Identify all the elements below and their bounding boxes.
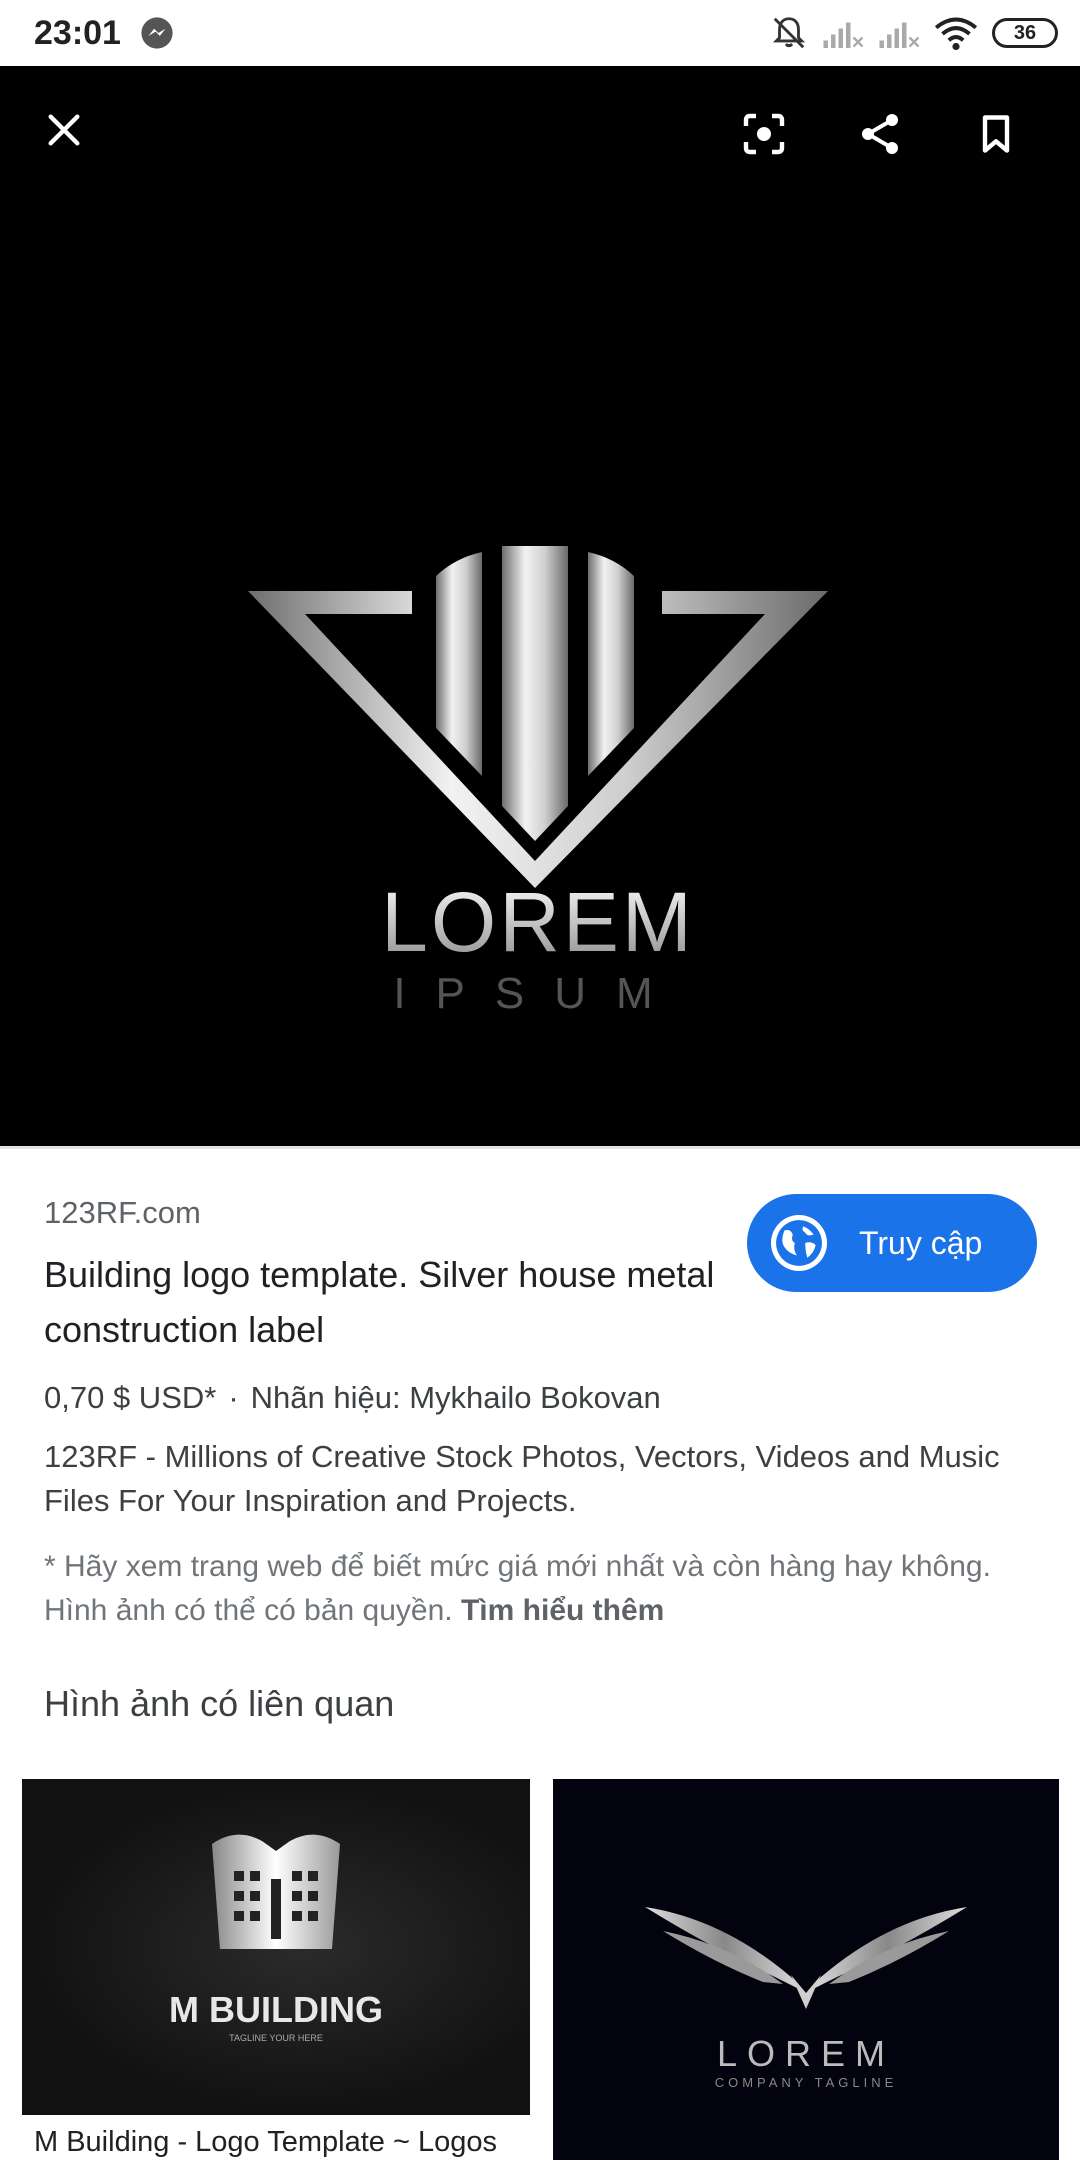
close-button[interactable] — [32, 98, 96, 162]
wings-logo: LOREM COMPANY TAGLINE — [645, 1907, 967, 2090]
signal-icon — [879, 22, 920, 48]
share-button[interactable] — [848, 102, 912, 166]
brand: Nhãn hiệu: Mykhailo Bokovan — [250, 1380, 661, 1415]
bell-muted-icon — [772, 17, 806, 49]
thumb2-tagline: COMPANY TAGLINE — [715, 2075, 898, 2090]
image-viewer: LOREM IPSUM — [0, 66, 1080, 1146]
thumb2-logo-text: LOREM — [717, 2033, 895, 2074]
battery-level: 36 — [1013, 21, 1037, 44]
thumb1-tagline: TAGLINE YOUR HERE — [229, 2033, 323, 2043]
related-caption[interactable]: M Building - Logo Template ~ Logos — [34, 2126, 524, 2159]
main-image-subtitle: IPSUM — [393, 969, 682, 1016]
result-description: 123RF - Millions of Creative Stock Photo… — [44, 1439, 1000, 1518]
globe-icon — [771, 1215, 827, 1271]
result-title[interactable]: Building logo template. Silver house met… — [44, 1247, 724, 1357]
close-icon — [48, 114, 80, 146]
signal-icon — [823, 22, 864, 48]
related-heading: Hình ảnh có liên quan — [44, 1683, 395, 1724]
messenger-icon — [141, 17, 173, 49]
main-image-title: LOREM — [381, 875, 695, 969]
bookmark-icon — [982, 115, 1010, 153]
source-domain[interactable]: 123RF.com — [44, 1195, 201, 1231]
lens-icon — [743, 113, 785, 155]
learn-more-link[interactable]: Tìm hiểu thêm — [461, 1594, 664, 1627]
status-time: 23:01 — [34, 14, 121, 52]
share-icon — [862, 114, 898, 154]
related-thumbnail[interactable]: LOREM COMPANY TAGLINE — [553, 1779, 1059, 2160]
price: 0,70 $ USD* — [44, 1380, 217, 1415]
main-image[interactable]: LOREM IPSUM — [230, 476, 850, 1016]
visit-label: Truy cập — [859, 1224, 983, 1261]
wifi-icon — [934, 17, 978, 51]
lens-button[interactable] — [732, 102, 796, 166]
meta-separator: · — [228, 1380, 239, 1415]
thumb1-logo-text: M BUILDING — [169, 1989, 383, 2030]
m-building-logo: M BUILDING TAGLINE YOUR HERE — [169, 1834, 383, 2043]
disclaimer: * Hãy xem trang web để biết mức giá mới … — [44, 1545, 1044, 1633]
status-bar: 23:01 36 — [0, 0, 1080, 66]
meta-row: 0,70 $ USD* · Nhãn hiệu: Mykhailo Bokovan — [44, 1380, 661, 1416]
bookmark-button[interactable] — [964, 102, 1028, 166]
visit-button[interactable]: Truy cập — [747, 1194, 1037, 1292]
related-thumbnail[interactable]: M BUILDING TAGLINE YOUR HERE — [22, 1779, 530, 2115]
status-icons: 36 — [770, 12, 1058, 54]
battery-icon: 36 — [992, 18, 1058, 48]
